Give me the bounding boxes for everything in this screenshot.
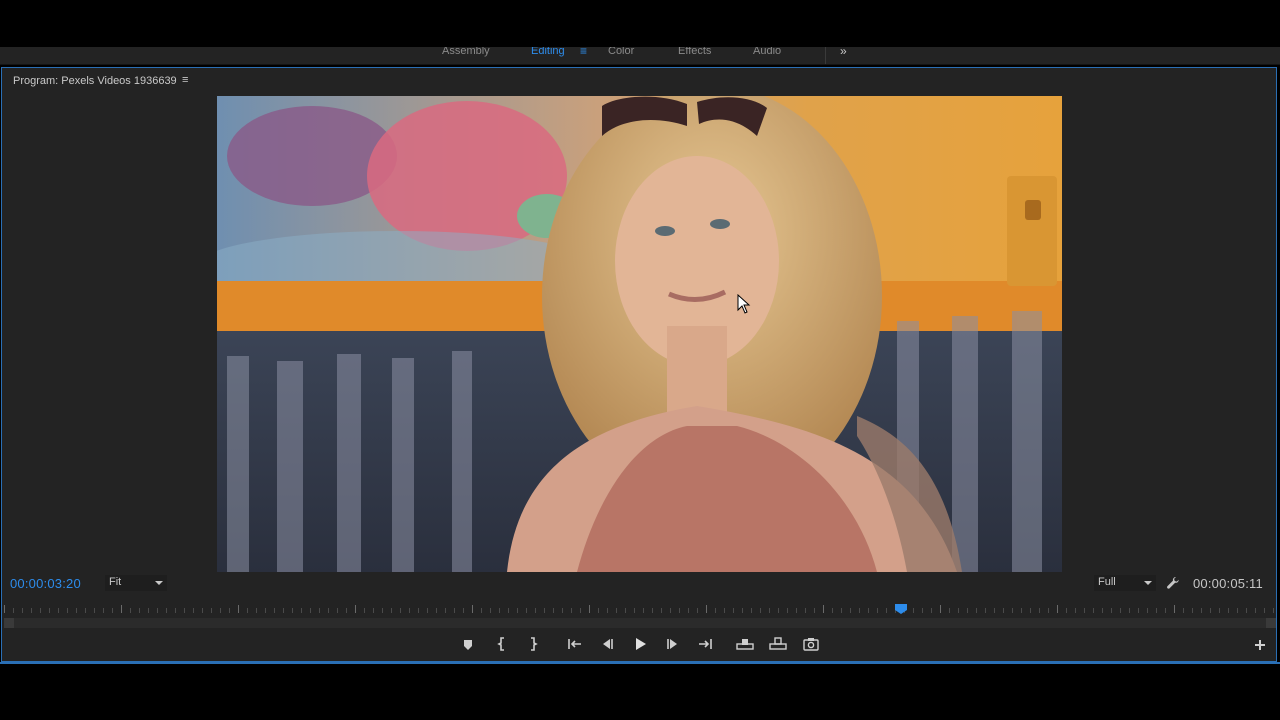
duration-timecode: 00:00:05:11 (1193, 576, 1263, 591)
hamburger-icon[interactable]: ≡ (182, 74, 188, 86)
go-to-in-button[interactable] (564, 633, 586, 655)
step-forward-icon (667, 639, 677, 649)
resolution-select[interactable]: Full (1094, 575, 1156, 591)
playhead-icon[interactable] (893, 603, 909, 615)
wrench-icon[interactable] (1166, 576, 1180, 590)
play-button[interactable] (629, 633, 651, 655)
time-ruler[interactable] (4, 604, 1276, 616)
panel-bottom-border (0, 662, 1280, 664)
workspace-tab-audio[interactable]: Audio (753, 47, 781, 57)
zoom-scrollbar[interactable] (4, 618, 1276, 628)
resolution-select-value: Full (1098, 576, 1116, 588)
scrollbar-left-handle[interactable] (4, 618, 14, 628)
workspace-tab-assembly[interactable]: Assembly (442, 47, 490, 57)
marker-icon (464, 640, 472, 650)
camera-icon (803, 638, 819, 651)
workspace-tab-color[interactable]: Color (608, 47, 634, 57)
video-frame-image (217, 96, 1062, 572)
current-timecode[interactable]: 00:00:03:20 (10, 576, 81, 591)
zoom-select-value: Fit (109, 576, 122, 588)
workspace-menu-icon[interactable]: ≡ (580, 47, 587, 58)
play-icon (636, 638, 646, 650)
mouse-cursor-icon (737, 294, 751, 314)
go-to-out-button[interactable] (694, 633, 716, 655)
workspace-bar: Assembly Editing ≡ Color Effects Audio » (0, 47, 1280, 65)
zoom-select[interactable]: Fit (105, 575, 167, 591)
lift-icon (736, 639, 754, 650)
extract-icon (769, 637, 787, 650)
step-forward-button[interactable] (662, 633, 684, 655)
chevron-down-icon (155, 581, 163, 585)
mark-out-icon (531, 637, 538, 651)
chevron-down-icon (1144, 581, 1152, 585)
step-back-icon (603, 639, 613, 649)
workspace-tab-effects[interactable]: Effects (678, 47, 711, 57)
go-to-out-icon (699, 639, 712, 649)
mark-out-button[interactable] (522, 633, 544, 655)
extract-button[interactable] (767, 633, 789, 655)
go-to-in-icon (568, 639, 581, 649)
video-frame[interactable] (217, 96, 1062, 572)
step-back-button[interactable] (596, 633, 618, 655)
mark-in-button[interactable] (491, 633, 513, 655)
double-chevron-right-icon[interactable]: » (840, 47, 847, 58)
panel-title: Program: Pexels Videos 1936639 (13, 75, 177, 87)
plus-icon[interactable] (1252, 637, 1268, 653)
workspace-tab-editing[interactable]: Editing (531, 47, 565, 57)
mark-in-icon (497, 637, 504, 651)
add-marker-button[interactable] (457, 633, 479, 655)
lift-button[interactable] (734, 633, 756, 655)
workspace-divider (825, 47, 826, 64)
transport-controls (0, 633, 1280, 657)
scrollbar-right-handle[interactable] (1266, 618, 1276, 628)
export-frame-button[interactable] (800, 633, 822, 655)
